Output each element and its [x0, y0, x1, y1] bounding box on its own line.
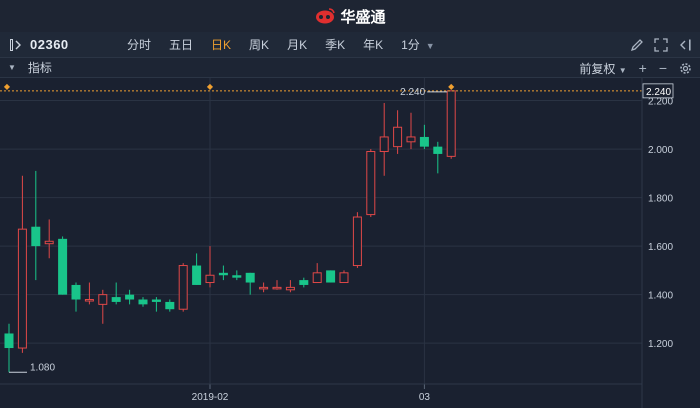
- candle-body: [205, 274, 215, 284]
- candle-body: [71, 284, 81, 300]
- candle-body: [98, 294, 108, 305]
- candle-body: [446, 90, 456, 157]
- candle-body: [31, 226, 41, 247]
- candle-body: [17, 228, 27, 349]
- indicator-label[interactable]: 指标: [28, 59, 52, 76]
- candle-body: [232, 275, 242, 278]
- brand: 华盛通: [314, 6, 386, 27]
- plus-icon[interactable]: +: [639, 58, 647, 78]
- tab-period-4[interactable]: 月K: [278, 36, 316, 53]
- chevron-down-icon: ▼: [425, 41, 435, 51]
- tab-period-7[interactable]: 1分 ▼: [392, 36, 444, 53]
- candle-body: [312, 272, 322, 284]
- candle-body: [151, 299, 161, 302]
- candle-body: [84, 299, 94, 302]
- expand-sidebar-icon[interactable]: [10, 38, 24, 51]
- candle: [178, 263, 188, 312]
- tab-period-1[interactable]: 五日: [160, 36, 202, 53]
- dropdown-triangle-icon[interactable]: ▼: [8, 63, 16, 72]
- y-tick-label: 1.200: [648, 339, 673, 350]
- indicator-bar: ▼ 指标 前复权 ▼ + −: [0, 58, 700, 78]
- candle-body: [245, 272, 255, 283]
- pencil-icon[interactable]: [630, 38, 644, 52]
- brand-logo-icon: [316, 8, 336, 24]
- candle: [446, 90, 456, 159]
- candle-body: [299, 280, 309, 285]
- fullscreen-icon[interactable]: [654, 38, 668, 52]
- y-tick-label: 1.600: [648, 242, 673, 253]
- candle-body: [165, 301, 175, 310]
- minus-icon[interactable]: −: [659, 58, 667, 78]
- event-marker-icon: ◆: [448, 82, 455, 91]
- toolbar: 02360 分时 五日 日K 周K 月K 季K 年K 1分 ▼: [0, 32, 700, 58]
- tab-period-3[interactable]: 周K: [240, 36, 278, 53]
- candle: [326, 270, 336, 283]
- candle: [352, 212, 362, 268]
- min-label: 1.080: [30, 362, 55, 373]
- x-tick-label: 2019-02: [192, 392, 229, 403]
- candle-body: [111, 297, 121, 302]
- chevron-down-icon: ▼: [618, 65, 627, 75]
- candle-body: [259, 286, 269, 290]
- tab-period-5[interactable]: 季K: [316, 36, 354, 53]
- collapse-panel-icon[interactable]: [678, 38, 692, 52]
- tab-period-6[interactable]: 年K: [354, 36, 392, 53]
- stock-code: 02360: [30, 37, 69, 52]
- candle-body: [366, 151, 376, 216]
- candle-body: [44, 240, 54, 245]
- y-tick-label: 2.200: [648, 97, 673, 108]
- event-marker-icon: ◆: [4, 82, 11, 91]
- tab-period-2[interactable]: 日K: [202, 36, 240, 53]
- brand-name: 华盛通: [340, 8, 386, 26]
- period-tabs: 分时 五日 日K 周K 月K 季K 年K 1分 ▼: [118, 36, 444, 53]
- candle-body: [379, 136, 389, 153]
- title-bar: 华盛通: [0, 0, 700, 32]
- candle-body: [419, 136, 429, 147]
- candle-body: [125, 294, 135, 300]
- adjust-select[interactable]: 前复权 ▼: [579, 60, 626, 77]
- candle-body: [433, 146, 443, 154]
- candle-body: [178, 265, 188, 310]
- y-tick-label: 1.800: [648, 194, 673, 205]
- candle-body: [285, 286, 295, 291]
- candle-body: [272, 286, 282, 290]
- max-label: 2.240: [400, 87, 425, 98]
- candle-body: [138, 299, 148, 305]
- candle-body: [393, 126, 403, 148]
- x-tick-label: 03: [419, 392, 431, 403]
- gear-icon[interactable]: [679, 62, 692, 75]
- candle-body: [192, 265, 202, 285]
- y-tick-label: 2.000: [648, 145, 673, 156]
- candle-body: [352, 216, 362, 267]
- candle-body: [218, 272, 228, 276]
- candle-body: [406, 136, 416, 143]
- candlestick-chart[interactable]: 2.240◆ ◆ ◆2.2401.080 2.2002.0001.8001.6001…: [0, 78, 700, 408]
- candle-body: [58, 238, 68, 295]
- candle-body: [326, 270, 336, 283]
- event-marker-icon: ◆: [207, 82, 214, 91]
- y-tick-label: 1.400: [648, 291, 673, 302]
- candle-body: [4, 333, 14, 349]
- candle-body: [339, 272, 349, 284]
- candle: [366, 149, 376, 218]
- candle: [58, 236, 68, 295]
- tab-period-0[interactable]: 分时: [118, 36, 160, 53]
